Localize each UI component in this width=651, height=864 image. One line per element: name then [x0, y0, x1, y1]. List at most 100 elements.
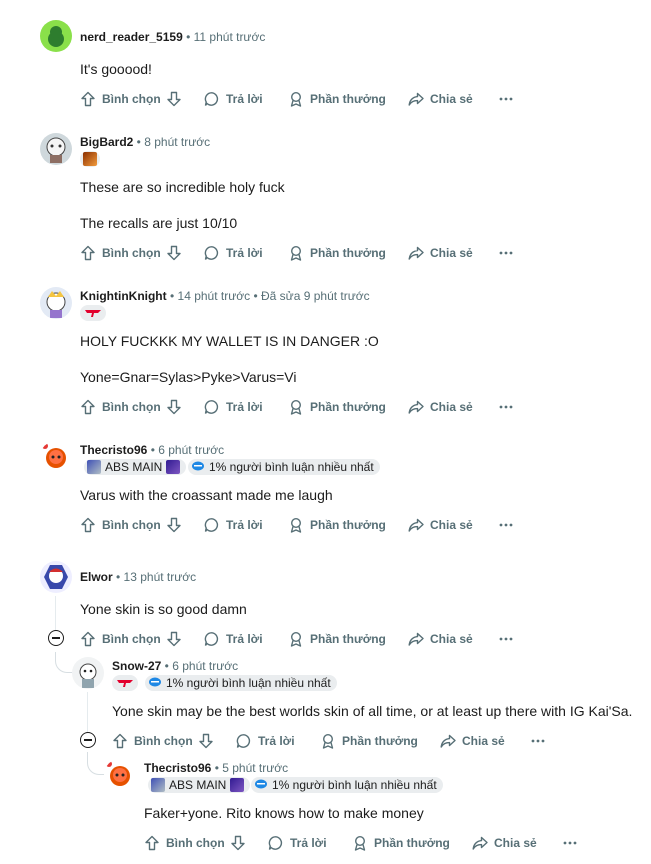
username[interactable]: Thecristo96: [144, 761, 211, 775]
upvote-button[interactable]: Bình chọn: [80, 513, 161, 537]
avatar[interactable]: [104, 759, 136, 791]
reply-button[interactable]: Trả lời: [204, 241, 263, 265]
username[interactable]: KnightinKnight: [80, 289, 167, 303]
vote-label: Bình chọn: [166, 836, 225, 850]
snoo-avatar-icon: [46, 137, 66, 163]
share-icon: [408, 400, 424, 414]
username[interactable]: Thecristo96: [80, 443, 147, 457]
avatar[interactable]: [40, 441, 72, 473]
comment-meta: BigBard2 • 8 phút trước: [80, 135, 211, 149]
user-flair: [80, 305, 106, 321]
downvote-button[interactable]: [166, 395, 182, 419]
more-options-button[interactable]: [562, 831, 578, 855]
champion-flair-icon: [83, 152, 97, 166]
arrow-up-icon: [81, 91, 95, 107]
upvote-button[interactable]: Bình chọn: [80, 395, 161, 419]
comment-meta: Snow-27 • 6 phút trước: [112, 659, 239, 673]
reply-button[interactable]: Trả lời: [236, 729, 295, 753]
collapse-thread-button[interactable]: [80, 732, 96, 748]
chat-badge-icon: [192, 461, 204, 471]
chat-bubble-icon: [204, 400, 219, 414]
timestamp[interactable]: 6 phút trước: [172, 659, 238, 673]
username[interactable]: nerd_reader_5159: [80, 30, 183, 44]
more-options-button[interactable]: [498, 87, 514, 111]
timestamp[interactable]: 13 phút trước: [124, 570, 197, 584]
share-icon: [408, 246, 424, 260]
timestamp[interactable]: 6 phút trước: [158, 443, 224, 457]
arrow-down-icon: [199, 733, 213, 749]
champion-flair-icon: [151, 778, 165, 792]
downvote-button[interactable]: [198, 729, 214, 753]
avatar[interactable]: [40, 287, 72, 319]
award-button[interactable]: Phần thưởng: [288, 241, 386, 265]
arrow-up-icon: [81, 399, 95, 415]
username[interactable]: BigBard2: [80, 135, 133, 149]
award-button[interactable]: Phần thưởng: [288, 627, 386, 651]
downvote-button[interactable]: [166, 241, 182, 265]
share-button[interactable]: Chia sẻ: [408, 513, 473, 537]
more-options-button[interactable]: [498, 513, 514, 537]
more-options-button[interactable]: [498, 627, 514, 651]
share-button[interactable]: Chia sẻ: [472, 831, 537, 855]
more-options-button[interactable]: [498, 395, 514, 419]
share-button[interactable]: Chia sẻ: [408, 241, 473, 265]
avatar[interactable]: [72, 657, 104, 689]
award-button[interactable]: Phần thưởng: [320, 729, 418, 753]
upvote-button[interactable]: Bình chọn: [80, 87, 161, 111]
arrow-up-icon: [81, 631, 95, 647]
timestamp[interactable]: 11 phút trước: [194, 30, 266, 44]
timestamp[interactable]: 5 phút trước: [222, 761, 288, 775]
award-label: Phần thưởng: [310, 518, 386, 532]
downvote-button[interactable]: [166, 513, 182, 537]
downvote-button[interactable]: [230, 831, 246, 855]
award-button[interactable]: Phần thưởng: [288, 395, 386, 419]
share-button[interactable]: Chia sẻ: [408, 627, 473, 651]
champion-flair-icon: [166, 460, 181, 474]
share-button[interactable]: Chia sẻ: [408, 395, 473, 419]
award-label: Phần thưởng: [310, 246, 386, 260]
award-label: Phần thưởng: [310, 92, 386, 106]
collapse-thread-button[interactable]: [48, 630, 64, 646]
more-options-button[interactable]: [530, 729, 546, 753]
share-button[interactable]: Chia sẻ: [440, 729, 505, 753]
award-icon: [290, 517, 302, 533]
downvote-button[interactable]: [166, 87, 182, 111]
champion-flair-icon: [87, 460, 101, 474]
badge-text: 1% người bình luận nhiều nhất: [166, 676, 331, 690]
share-icon: [472, 836, 488, 850]
upvote-button[interactable]: Bình chọn: [80, 241, 161, 265]
avatar[interactable]: [40, 561, 72, 593]
reply-button[interactable]: Trả lời: [204, 395, 263, 419]
share-button[interactable]: Chia sẻ: [408, 87, 473, 111]
username[interactable]: Snow-27: [112, 659, 161, 673]
top-commenter-badge: 1% người bình luận nhiều nhất: [188, 459, 380, 475]
avatar[interactable]: [40, 133, 72, 165]
vote-label: Bình chọn: [102, 246, 161, 260]
award-button[interactable]: Phần thưởng: [352, 831, 450, 855]
share-icon: [440, 734, 456, 748]
username[interactable]: Elwor: [80, 570, 113, 584]
award-button[interactable]: Phần thưởng: [288, 87, 386, 111]
upvote-button[interactable]: Bình chọn: [80, 627, 161, 651]
share-label: Chia sẻ: [462, 734, 505, 748]
comment-meta: nerd_reader_5159 • 11 phút trước: [80, 30, 266, 44]
reply-button[interactable]: Trả lời: [268, 831, 327, 855]
reply-button[interactable]: Trả lời: [204, 627, 263, 651]
downvote-button[interactable]: [166, 627, 182, 651]
snoo-avatar-icon: [42, 443, 66, 468]
avatar[interactable]: [40, 20, 72, 52]
upvote-button[interactable]: Bình chọn: [112, 729, 193, 753]
timestamp[interactable]: 8 phút trước: [144, 135, 210, 149]
comment-text: Yone skin is so good damn: [80, 601, 247, 617]
award-icon: [290, 399, 302, 415]
comment-meta: Thecristo96 • 5 phút trước: [144, 761, 289, 775]
flair-text: ABS MAIN: [105, 460, 163, 474]
reply-button[interactable]: Trả lời: [204, 87, 263, 111]
more-options-button[interactable]: [498, 241, 514, 265]
award-icon: [290, 245, 302, 261]
timestamp[interactable]: 14 phút trước: [178, 289, 251, 303]
arrow-down-icon: [167, 245, 181, 261]
reply-button[interactable]: Trả lời: [204, 513, 263, 537]
upvote-button[interactable]: Bình chọn: [144, 831, 225, 855]
award-button[interactable]: Phần thưởng: [288, 513, 386, 537]
